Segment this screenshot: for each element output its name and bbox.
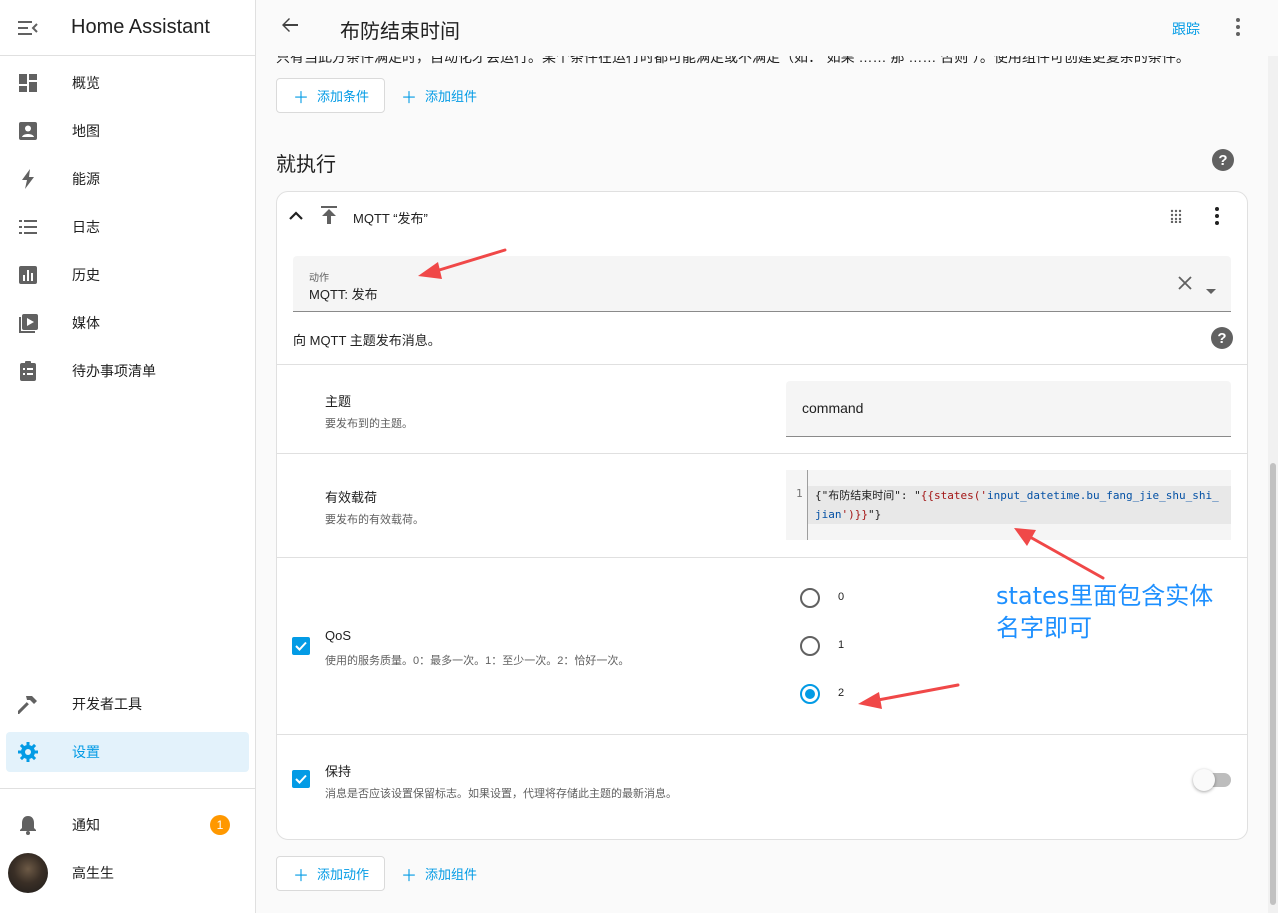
history-chart-icon bbox=[6, 266, 50, 284]
more-options-icon[interactable] bbox=[1235, 16, 1241, 43]
conditions-description: 只有当此方条件满足时，自动化才会运行。某个条件在运行时都可能满足或不满足（如：“… bbox=[276, 56, 1190, 65]
plus-icon: ＋ bbox=[401, 867, 418, 885]
sidebar-item-label: 能源 bbox=[72, 171, 100, 187]
retain-checkbox[interactable] bbox=[292, 770, 310, 788]
qos-radio-1[interactable] bbox=[800, 636, 820, 656]
scrollbar-thumb[interactable] bbox=[1270, 463, 1276, 905]
sidebar-item-label: 日志 bbox=[72, 219, 100, 235]
clipboard-list-icon bbox=[6, 361, 50, 381]
annotation-note: states里面包含实体名字即可 bbox=[996, 582, 1214, 642]
track-button[interactable]: 跟踪 bbox=[1172, 19, 1200, 39]
sidebar-item-map[interactable]: 地图 bbox=[6, 111, 249, 151]
gear-icon bbox=[6, 742, 50, 762]
row-divider bbox=[277, 453, 1247, 454]
qos-title: QoS bbox=[325, 628, 352, 643]
back-arrow-icon[interactable] bbox=[281, 16, 299, 39]
topic-title: 主题 bbox=[325, 394, 352, 409]
topic-input[interactable]: command bbox=[786, 381, 1231, 437]
sidebar: Home Assistant 概览 地图 能源 日志 历史 媒体 待办事项清单 … bbox=[0, 0, 256, 913]
payload-subtitle: 要发布的有效载荷。 bbox=[325, 514, 424, 526]
main-content: 只有当此方条件满足时，自动化才会运行。某个条件在运行时都可能满足或不满足（如：“… bbox=[257, 56, 1268, 913]
chevron-up-icon[interactable] bbox=[289, 208, 303, 226]
topic-input-value: command bbox=[802, 400, 864, 416]
plus-icon: ＋ bbox=[293, 89, 310, 107]
action-description: 向 MQTT 主题发布消息。 bbox=[293, 333, 441, 348]
action-select-value: MQTT: 发布 bbox=[309, 287, 378, 302]
top-bar: 布防结束时间 跟踪 bbox=[257, 0, 1278, 56]
sidebar-item-logbook[interactable]: 日志 bbox=[6, 207, 249, 247]
qos-radio-label: 1 bbox=[838, 639, 845, 651]
sidebar-item-label: 开发者工具 bbox=[72, 696, 142, 712]
sidebar-item-label: 概览 bbox=[72, 75, 100, 91]
avatar bbox=[8, 853, 48, 893]
retain-title: 保持 bbox=[325, 764, 352, 779]
sidebar-item-label: 地图 bbox=[72, 123, 100, 139]
qos-radio-label: 0 bbox=[838, 591, 845, 603]
action-select[interactable]: 动作 MQTT: 发布 bbox=[293, 256, 1231, 312]
sidebar-item-label: 媒体 bbox=[72, 315, 100, 331]
sidebar-item-label: 通知 bbox=[72, 817, 100, 833]
code-gutter: 1 bbox=[786, 470, 808, 540]
map-account-icon bbox=[6, 122, 50, 140]
notification-badge: 1 bbox=[210, 815, 230, 835]
app-title: Home Assistant bbox=[71, 16, 210, 38]
sidebar-item-label: 历史 bbox=[72, 267, 100, 283]
qos-radio-2[interactable] bbox=[800, 684, 820, 704]
action-help-icon[interactable]: ? bbox=[1211, 327, 1233, 349]
hammer-icon bbox=[6, 694, 50, 714]
sidebar-item-user[interactable]: 高生生 bbox=[6, 853, 249, 893]
action-select-label: 动作 bbox=[309, 273, 329, 284]
retain-toggle-knob[interactable] bbox=[1193, 769, 1215, 791]
retain-subtitle: 消息是否应该设置保留标志。如果设置，代理将存储此主题的最新消息。 bbox=[325, 788, 677, 800]
sidebar-item-label: 设置 bbox=[72, 744, 100, 760]
qos-checkbox[interactable] bbox=[292, 637, 310, 655]
plus-icon: ＋ bbox=[293, 867, 310, 885]
sidebar-header: Home Assistant bbox=[0, 0, 255, 56]
sidebar-item-label: 待办事项清单 bbox=[72, 363, 156, 379]
dropdown-arrow-icon[interactable] bbox=[1206, 281, 1216, 299]
card-more-options-icon[interactable] bbox=[1214, 206, 1220, 231]
clear-icon[interactable] bbox=[1178, 276, 1192, 295]
app-root: Home Assistant 概览 地图 能源 日志 历史 媒体 待办事项清单 … bbox=[0, 0, 1278, 913]
action-card-header[interactable]: MQTT “发布” bbox=[277, 192, 1247, 240]
logbook-list-icon bbox=[6, 219, 50, 235]
payload-title: 有效载荷 bbox=[325, 490, 378, 505]
qos-radio-label: 2 bbox=[838, 687, 845, 699]
plus-icon: ＋ bbox=[401, 89, 418, 107]
add-condition-button[interactable]: ＋ 添加条件 bbox=[276, 78, 385, 113]
payload-code-editor[interactable]: 1 {"布防结束时间": "{{states('input_datetime.b… bbox=[786, 470, 1231, 540]
add-condition-block-button[interactable]: ＋ 添加组件 bbox=[385, 78, 477, 113]
row-divider bbox=[277, 734, 1247, 735]
menu-collapse-icon[interactable] bbox=[0, 0, 56, 56]
sidebar-item-todo[interactable]: 待办事项清单 bbox=[6, 351, 249, 391]
dashboard-icon bbox=[6, 74, 50, 92]
sidebar-item-settings[interactable]: 设置 bbox=[6, 732, 249, 772]
sidebar-divider bbox=[0, 788, 256, 789]
sidebar-item-overview[interactable]: 概览 bbox=[6, 63, 249, 103]
action-card: MQTT “发布” 动作 MQTT: 发布 向 MQTT 主题发布消息。 ? 主… bbox=[276, 191, 1248, 840]
topic-subtitle: 要发布到的主题。 bbox=[325, 418, 413, 430]
bell-icon bbox=[6, 815, 50, 835]
page-title: 布防结束时间 bbox=[340, 21, 460, 43]
add-action-block-button[interactable]: ＋ 添加组件 bbox=[385, 856, 477, 891]
user-name: 高生生 bbox=[72, 865, 114, 881]
row-divider bbox=[277, 557, 1247, 558]
add-action-button[interactable]: ＋ 添加动作 bbox=[276, 856, 385, 891]
qos-subtitle: 使用的服务质量。0：最多一次。1：至少一次。2：恰好一次。 bbox=[325, 655, 630, 667]
sidebar-item-developer-tools[interactable]: 开发者工具 bbox=[6, 684, 249, 724]
lightning-icon bbox=[6, 169, 50, 189]
help-icon[interactable]: ? bbox=[1212, 149, 1234, 171]
publish-icon bbox=[321, 206, 337, 229]
media-play-icon bbox=[6, 313, 50, 333]
action-card-title: MQTT “发布” bbox=[353, 211, 428, 226]
sidebar-item-history[interactable]: 历史 bbox=[6, 255, 249, 295]
sidebar-item-energy[interactable]: 能源 bbox=[6, 159, 249, 199]
sidebar-item-media[interactable]: 媒体 bbox=[6, 303, 249, 343]
sidebar-item-notifications[interactable]: 通知 1 bbox=[6, 805, 249, 845]
qos-radio-0[interactable] bbox=[800, 588, 820, 608]
row-divider bbox=[277, 364, 1247, 365]
payload-code-text: {"布防结束时间": "{{states('input_datetime.bu_… bbox=[815, 489, 1219, 521]
drag-handle-icon[interactable] bbox=[1170, 209, 1182, 228]
actions-section-title: 就执行 bbox=[276, 154, 336, 176]
